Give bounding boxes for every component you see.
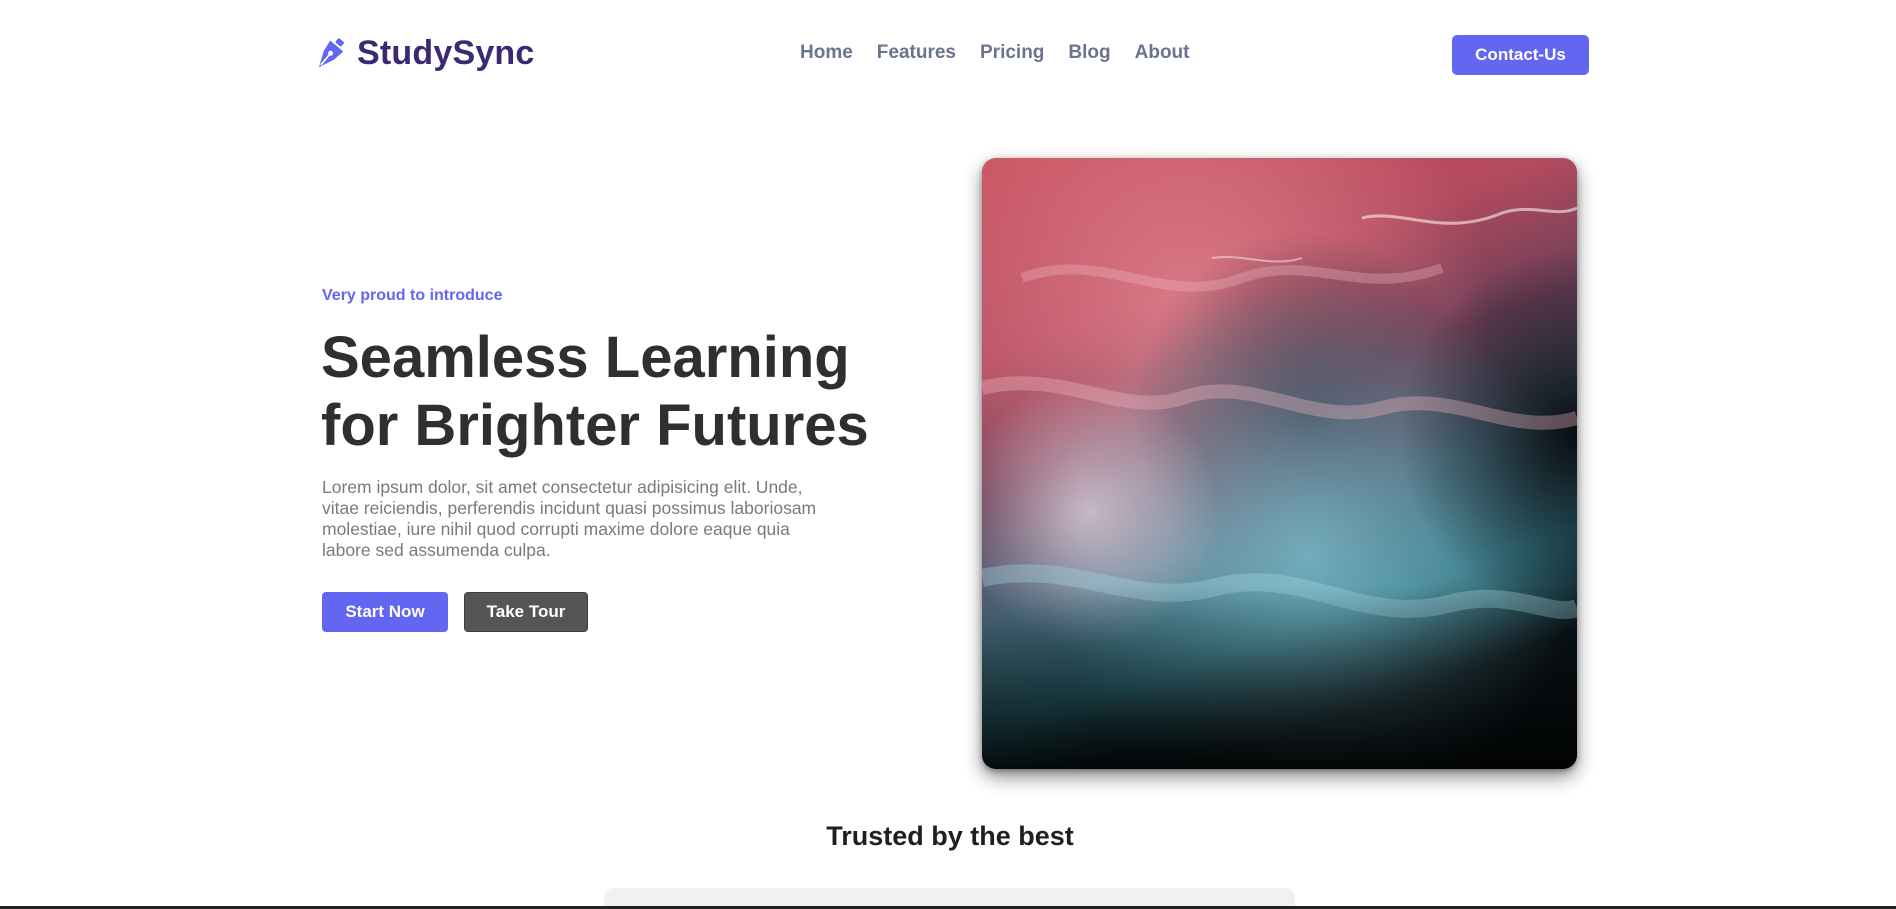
take-tour-button[interactable]: Take Tour <box>464 592 588 632</box>
hero-eyebrow: Very proud to introduce <box>322 287 503 304</box>
hero-button-row: Start Now Take Tour <box>322 592 588 632</box>
trusted-section-title: Trusted by the best <box>826 821 1074 851</box>
main-nav: Home Features Pricing Blog About <box>800 42 1190 64</box>
fountain-pen-icon <box>319 37 344 67</box>
landing-page: StudySync Home Features Pricing Blog Abo… <box>0 0 1896 909</box>
abstract-fluid-artwork <box>982 158 1577 769</box>
nav-item-pricing[interactable]: Pricing <box>980 42 1044 64</box>
nav-item-blog[interactable]: Blog <box>1068 42 1110 64</box>
brand-name: StudySync <box>357 34 535 72</box>
hero-title-line-2: for Brighter Futures <box>321 393 869 458</box>
hero-title-line-1: Seamless Learning <box>321 325 850 390</box>
brand-logo[interactable]: StudySync <box>311 34 535 73</box>
nav-item-home[interactable]: Home <box>800 42 853 64</box>
nav-item-features[interactable]: Features <box>877 42 956 64</box>
hero-description: Lorem ipsum dolor, sit amet consectetur … <box>322 477 817 560</box>
hero-title: Seamless Learning for Brighter Futures <box>321 324 921 460</box>
nav-item-about[interactable]: About <box>1135 42 1190 64</box>
start-now-button[interactable]: Start Now <box>322 592 448 632</box>
contact-us-button[interactable]: Contact-Us <box>1452 35 1589 75</box>
hero-image <box>982 158 1577 769</box>
